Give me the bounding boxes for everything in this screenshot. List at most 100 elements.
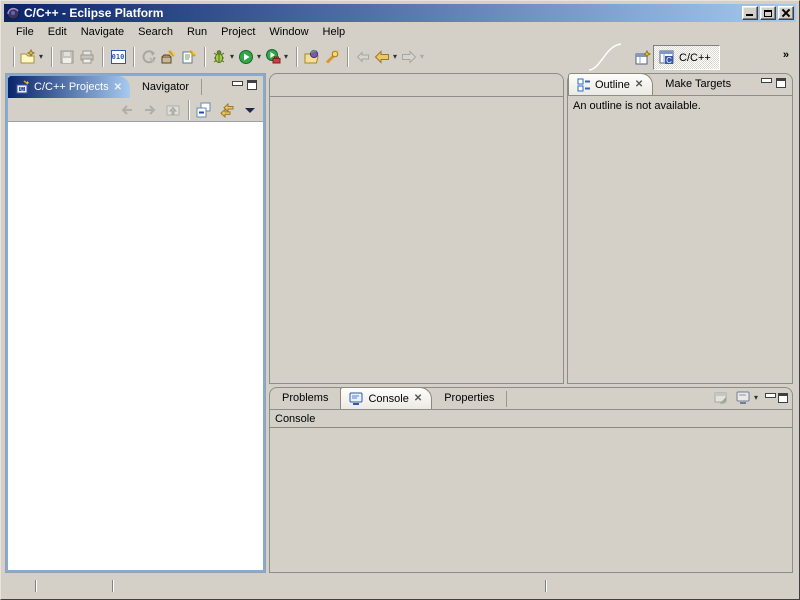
back-icon <box>374 49 390 65</box>
outline-maximize-icon[interactable] <box>776 78 786 88</box>
menu-bar: File Edit Navigate Search Run Project Wi… <box>4 22 796 42</box>
view-back-button <box>117 99 137 121</box>
console-minimize-icon[interactable] <box>765 393 774 402</box>
projects-tree-area <box>8 121 263 570</box>
svg-text:C: C <box>20 86 24 92</box>
new-file-wizard-button[interactable] <box>179 46 199 68</box>
open-console-icon[interactable]: ▾ <box>735 387 761 409</box>
view-menu-icon[interactable] <box>240 99 260 121</box>
new-wizard-icon <box>20 49 36 65</box>
view-forward-button <box>140 99 160 121</box>
cpp-projects-icon: C <box>15 80 30 95</box>
menu-file[interactable]: File <box>9 23 41 41</box>
title-bar[interactable]: C/C++ - Eclipse Platform <box>4 4 796 22</box>
open-perspective-icon <box>635 50 652 67</box>
tab-properties[interactable]: Properties <box>432 387 506 409</box>
console-view: Problems Console ✕ Properties ▾ Console <box>269 387 793 573</box>
cpp-perspective-icon: C <box>659 50 675 65</box>
tab-properties-label: Properties <box>444 392 494 404</box>
collapse-all-button[interactable] <box>194 99 214 121</box>
projects-minimize-icon[interactable] <box>232 81 241 90</box>
forward-dropdown-icon: ▾ <box>418 52 426 61</box>
menu-navigate[interactable]: Navigate <box>74 23 131 41</box>
view-up-button <box>163 99 183 121</box>
perspective-toggle-cpp[interactable]: C C/C++ <box>653 45 720 70</box>
debug-icon <box>211 49 227 65</box>
editor-tabrow <box>270 74 563 97</box>
binary-010-button[interactable]: 010 <box>108 46 128 68</box>
external-tools-icon <box>265 49 281 65</box>
debug-dropdown-icon[interactable]: ▾ <box>228 52 236 61</box>
open-element-button[interactable] <box>302 46 322 68</box>
menu-edit[interactable]: Edit <box>41 23 74 41</box>
save-icon <box>59 49 75 65</box>
tab-make-targets[interactable]: Make Targets <box>653 73 743 95</box>
new-wizard-button[interactable]: ▾ <box>19 46 46 68</box>
tab-outline-close-icon[interactable]: ✕ <box>634 79 644 90</box>
print-icon <box>79 49 95 65</box>
outline-minimize-icon[interactable] <box>761 78 770 87</box>
run-icon <box>238 49 254 65</box>
open-perspective-button[interactable] <box>631 47 655 69</box>
debug-button[interactable]: ▾ <box>210 46 237 68</box>
run-dropdown-icon[interactable]: ▾ <box>255 52 263 61</box>
console-icon <box>349 392 364 406</box>
new-project-wizard-button[interactable] <box>159 46 179 68</box>
run-button[interactable]: ▾ <box>237 46 264 68</box>
forward-button: ▾ <box>400 46 427 68</box>
tab-cpp-projects-close-icon[interactable]: ✕ <box>113 82 123 93</box>
tab-outline-label: Outline <box>595 79 630 91</box>
last-edit-location-button <box>353 46 373 68</box>
menu-window[interactable]: Window <box>262 23 315 41</box>
eclipse-window: C/C++ - Eclipse Platform File Edit Navig… <box>0 0 800 600</box>
build-icon <box>141 49 157 65</box>
outline-view-tabrow: Outline ✕ Make Targets <box>568 74 792 96</box>
tab-navigator[interactable]: Navigator <box>130 76 201 98</box>
perspective-label: C/C++ <box>679 52 711 64</box>
new-wizard-dropdown-icon[interactable]: ▾ <box>37 52 45 61</box>
outline-view: Outline ✕ Make Targets An outline is not… <box>567 73 793 384</box>
maximize-icon[interactable] <box>760 6 776 20</box>
menu-run[interactable]: Run <box>180 23 214 41</box>
perspective-overflow-chevron[interactable]: » <box>783 49 789 61</box>
tab-cpp-projects[interactable]: C C/C++ Projects ✕ <box>8 76 130 98</box>
external-tools-button[interactable]: ▾ <box>264 46 291 68</box>
search-icon <box>324 49 340 65</box>
status-bar <box>4 576 796 596</box>
tab-problems[interactable]: Problems <box>270 387 341 409</box>
external-tools-dropdown-icon[interactable]: ▾ <box>282 52 290 61</box>
projects-maximize-icon[interactable] <box>247 80 257 90</box>
binary-010-icon: 010 <box>111 50 126 64</box>
last-edit-location-icon <box>355 49 371 65</box>
menu-help[interactable]: Help <box>316 23 353 41</box>
tab-console-label: Console <box>368 393 408 405</box>
toolbar-perspective-divider <box>589 43 623 71</box>
tab-make-targets-label: Make Targets <box>665 78 731 90</box>
menu-search[interactable]: Search <box>131 23 180 41</box>
back-dropdown-icon[interactable]: ▾ <box>391 52 399 61</box>
console-header-label: Console <box>270 410 792 428</box>
projects-view-tabrow: C C/C++ Projects ✕ Navigator <box>8 76 263 98</box>
back-button[interactable]: ▾ <box>373 46 400 68</box>
projects-view: C C/C++ Projects ✕ Navigator <box>5 73 266 573</box>
svg-text:C: C <box>666 56 672 65</box>
editor-area <box>269 73 564 384</box>
console-maximize-icon[interactable] <box>778 393 788 403</box>
tab-problems-label: Problems <box>282 392 328 404</box>
close-icon[interactable] <box>778 6 794 20</box>
minimize-icon[interactable] <box>742 6 758 20</box>
tab-console-close-icon[interactable]: ✕ <box>413 393 423 404</box>
window-title: C/C++ - Eclipse Platform <box>24 6 163 20</box>
tab-outline[interactable]: Outline ✕ <box>568 73 653 95</box>
open-console-dropdown-icon[interactable]: ▾ <box>752 393 760 402</box>
menu-project[interactable]: Project <box>214 23 262 41</box>
search-button[interactable] <box>322 46 342 68</box>
save-button <box>57 46 77 68</box>
print-button <box>77 46 97 68</box>
tab-console[interactable]: Console ✕ <box>340 387 432 409</box>
link-with-editor-button[interactable] <box>217 99 237 121</box>
console-view-toolbar: ▾ <box>711 387 792 411</box>
tab-navigator-label: Navigator <box>142 81 189 93</box>
eclipse-logo-icon <box>6 6 20 20</box>
build-button <box>139 46 159 68</box>
